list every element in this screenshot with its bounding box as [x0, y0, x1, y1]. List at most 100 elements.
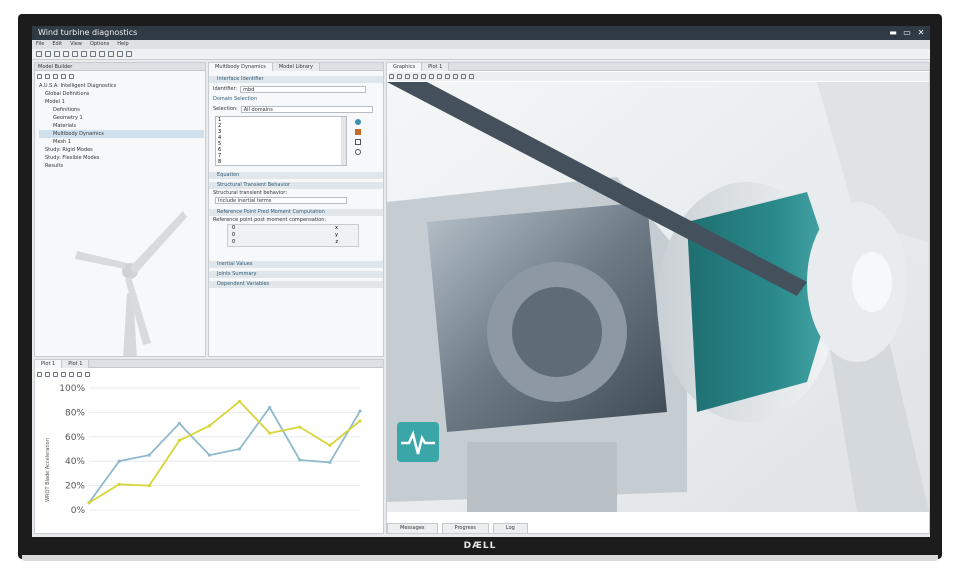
redo-icon[interactable] — [81, 51, 87, 57]
tree-item-geometry[interactable]: Geometry 1 — [39, 114, 204, 122]
reference-axis: x — [335, 225, 338, 231]
tab-progress[interactable]: Progress — [441, 523, 489, 533]
zoom-out-icon[interactable] — [397, 74, 402, 79]
chart-point-series-1 — [328, 460, 332, 465]
chart-point-series-2 — [298, 425, 302, 429]
legend-icon[interactable] — [77, 371, 82, 377]
zoom-extents-icon[interactable] — [413, 74, 418, 79]
selection-label: Selection: — [213, 106, 238, 112]
copy-selection-icon[interactable] — [355, 139, 361, 145]
menu-file[interactable]: File — [36, 40, 44, 49]
pan-icon[interactable] — [429, 74, 434, 79]
tree-item-global-definitions[interactable]: Global Definitions — [39, 90, 204, 98]
expand-icon[interactable] — [53, 73, 58, 79]
view-y-icon[interactable] — [445, 74, 450, 79]
add-selection-icon[interactable] — [355, 119, 361, 125]
structural-dropdown[interactable]: Include inertial terms — [215, 197, 347, 204]
section-equation[interactable]: Equation — [209, 172, 383, 179]
zoom-box-icon[interactable] — [53, 371, 58, 377]
section-dependent-variables[interactable]: Dependent Variables — [209, 281, 383, 288]
tree-item-root[interactable]: A.U.S.A. Intelligent Diagnostics — [39, 82, 204, 90]
collapse-icon[interactable] — [61, 73, 66, 79]
tree-item-study-flexible[interactable]: Study: Flexible Modes — [39, 154, 204, 162]
save-icon[interactable] — [54, 51, 60, 57]
tab-plot-1[interactable]: Plot 1 — [35, 360, 63, 368]
export-icon[interactable] — [126, 51, 132, 57]
tab-plot[interactable]: Plot 1 — [422, 63, 450, 71]
turbine-3d-view[interactable] — [387, 82, 929, 512]
chart-point-series-2 — [147, 484, 151, 488]
open-file-icon[interactable] — [45, 51, 51, 57]
zoom-in-icon[interactable] — [37, 371, 42, 377]
back-icon[interactable] — [37, 73, 42, 79]
close-button[interactable]: ✕ — [916, 28, 926, 38]
tab-graphics[interactable]: Graphics — [387, 63, 423, 71]
results-icon[interactable] — [117, 51, 123, 57]
reference-value[interactable]: 0 — [232, 232, 235, 239]
domain-list[interactable]: 1 2 3 4 5 6 7 8 — [215, 116, 347, 166]
domain-list-scrollbar[interactable] — [341, 117, 346, 165]
chart-point-series-2 — [328, 443, 332, 447]
spinner-tip — [852, 252, 892, 312]
rotate-icon[interactable] — [421, 74, 426, 79]
selection-dropdown[interactable]: All domains — [240, 105, 373, 113]
filter-icon[interactable] — [69, 73, 74, 79]
plot-tabs: Plot 1 Plot 1 — [35, 360, 383, 368]
tree-item-definitions[interactable]: Definitions — [39, 106, 204, 114]
zoom-box-icon[interactable] — [405, 74, 410, 79]
reference-value[interactable]: 0 — [232, 225, 235, 232]
section-inertial-values[interactable]: Inertial Values — [209, 261, 383, 268]
tree-item-materials[interactable]: Materials — [39, 122, 204, 130]
chart-point-series-2 — [358, 419, 362, 423]
reference-value[interactable]: 0 — [232, 239, 235, 246]
zoom-in-icon[interactable] — [389, 74, 394, 79]
grid-icon[interactable] — [69, 371, 74, 377]
domain-list-item[interactable]: 8 — [218, 159, 346, 165]
chart-y-tick-label: 80% — [65, 408, 85, 418]
new-file-icon[interactable] — [36, 51, 42, 57]
select-icon[interactable] — [453, 74, 458, 79]
zoom-selection-icon[interactable] — [355, 149, 361, 155]
graphics-panel: Graphics Plot 1 Messages Progress Log — [386, 62, 930, 534]
tab-multibody-dynamics[interactable]: Multibody Dynamics — [209, 63, 273, 71]
tab-messages[interactable]: Messages — [387, 523, 438, 533]
remove-selection-icon[interactable] — [355, 129, 361, 135]
tree-item-multibody-dynamics[interactable]: Multibody Dynamics — [39, 130, 204, 138]
mesh-icon[interactable] — [108, 51, 114, 57]
section-joints-summary[interactable]: Joints Summary — [209, 271, 383, 278]
menu-view[interactable]: View — [70, 40, 82, 49]
menu-edit[interactable]: Edit — [52, 40, 62, 49]
tree-item-results[interactable]: Results — [39, 162, 204, 170]
maximize-button[interactable]: ▭ — [902, 28, 912, 38]
undo-icon[interactable] — [72, 51, 78, 57]
reference-axis: z — [335, 239, 338, 245]
forward-icon[interactable] — [45, 73, 50, 79]
transparency-icon[interactable] — [461, 74, 466, 79]
section-structural-transient[interactable]: Structural Transient Behavior — [209, 182, 383, 189]
chart-series-line-1 — [88, 405, 361, 504]
build-icon[interactable] — [90, 51, 96, 57]
zoom-out-icon[interactable] — [45, 371, 50, 377]
menu-help[interactable]: Help — [117, 40, 128, 49]
tab-plot-2[interactable]: Plot 1 — [62, 360, 90, 368]
section-reference-point[interactable]: Reference Point Pred Moment Computation — [209, 209, 383, 216]
selection-tools — [355, 119, 361, 155]
tab-log[interactable]: Log — [492, 523, 528, 533]
print-icon[interactable] — [63, 51, 69, 57]
tab-model-library[interactable]: Model Library — [272, 63, 320, 71]
compute-icon[interactable] — [99, 51, 105, 57]
minimize-button[interactable]: ▬ — [888, 28, 898, 38]
snapshot-icon[interactable] — [85, 371, 90, 377]
tree-item-study-rigid[interactable]: Study: Rigid Modes — [39, 146, 204, 154]
camera-icon[interactable] — [469, 74, 474, 79]
monitor-stand-shadow — [22, 555, 938, 561]
tree-item-mesh[interactable]: Mesh 1 — [39, 138, 204, 146]
view-x-icon[interactable] — [437, 74, 442, 79]
menu-options[interactable]: Options — [90, 40, 109, 49]
model-builder-panel: Model Builder A.U.S.A. Intelligent Diagn… — [34, 62, 206, 357]
section-interface-identifier[interactable]: Interface Identifier — [209, 76, 383, 83]
fit-icon[interactable] — [61, 371, 66, 377]
tree-item-model[interactable]: Model 1 — [39, 98, 204, 106]
section-domain-selection[interactable]: Domain Selection — [209, 95, 383, 103]
identifier-field[interactable]: mbd — [240, 85, 367, 93]
